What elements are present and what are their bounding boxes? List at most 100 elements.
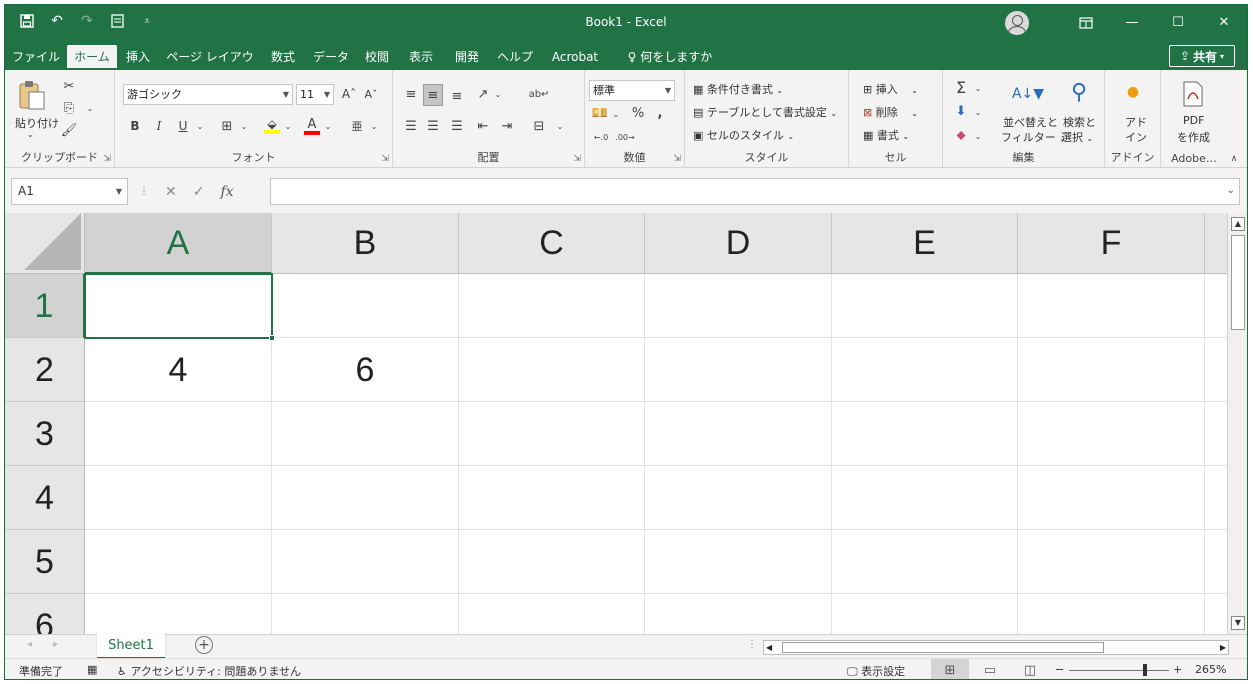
cell-g3[interactable]: [1205, 402, 1227, 466]
zoom-in-icon[interactable]: +: [1173, 663, 1182, 676]
cell-b5[interactable]: [272, 530, 459, 594]
minimize-button[interactable]: —: [1109, 5, 1155, 40]
normal-view-icon[interactable]: ⊞: [931, 659, 969, 679]
cell-f4[interactable]: [1018, 466, 1205, 530]
scroll-left-icon[interactable]: ◀: [766, 641, 772, 654]
zoom-level[interactable]: 265%: [1195, 663, 1226, 676]
fill-handle[interactable]: [269, 335, 275, 341]
scroll-right-icon[interactable]: ▶: [1220, 641, 1226, 654]
font-name-combo[interactable]: 游ゴシック ▼: [123, 84, 293, 105]
conditional-formatting-button[interactable]: ▦ 条件付き書式 ⌄: [693, 81, 783, 97]
find-select-button[interactable]: 選択 ⌄: [1061, 129, 1093, 145]
borders-icon[interactable]: ⊞: [219, 118, 235, 134]
row-header-2[interactable]: 2: [5, 338, 85, 402]
italic-icon[interactable]: I: [151, 118, 167, 134]
cell-g1[interactable]: [1205, 274, 1227, 338]
cell-g4[interactable]: [1205, 466, 1227, 530]
cell-f3[interactable]: [1018, 402, 1205, 466]
tab-acrobat[interactable]: Acrobat: [545, 45, 605, 70]
cell-e2[interactable]: [832, 338, 1018, 402]
column-header-b[interactable]: B: [272, 213, 459, 274]
tab-page-layout[interactable]: ページ レイアウト: [163, 45, 257, 89]
chevron-down-icon[interactable]: ⌄: [493, 86, 503, 102]
column-header-d[interactable]: D: [645, 213, 832, 274]
column-header-f[interactable]: F: [1018, 213, 1205, 274]
wrap-text-icon[interactable]: ab↵: [529, 84, 550, 104]
select-all-button[interactable]: [5, 213, 85, 274]
chevron-down-icon[interactable]: ⌄: [973, 104, 983, 120]
addins-icon[interactable]: ●: [1123, 82, 1143, 102]
cell-b2[interactable]: 6: [272, 338, 459, 402]
vertical-scroll-thumb[interactable]: [1231, 235, 1245, 330]
align-left-icon[interactable]: ☰: [401, 116, 421, 136]
name-box[interactable]: A1 ▼: [11, 178, 128, 205]
font-size-combo[interactable]: 11 ▼: [296, 84, 334, 105]
tell-me-search[interactable]: ♀ 何をしますか: [620, 45, 720, 70]
row-header-6[interactable]: 6: [5, 594, 85, 634]
accessibility-status[interactable]: ♿ アクセシビリティ: 問題ありません: [117, 663, 301, 679]
chevron-down-icon[interactable]: ⌄: [283, 118, 293, 134]
decrease-indent-icon[interactable]: ⇤: [473, 116, 493, 136]
find-select-label-1[interactable]: 検索と: [1063, 114, 1096, 130]
decrease-font-size-icon[interactable]: Aˇ: [363, 86, 379, 102]
new-sheet-icon[interactable]: +: [195, 636, 213, 654]
chevron-down-icon[interactable]: ⌄: [973, 128, 983, 144]
increase-font-size-icon[interactable]: Aˆ: [341, 86, 357, 102]
next-sheet-icon[interactable]: ▸: [53, 639, 58, 650]
close-button[interactable]: ✕: [1201, 5, 1247, 40]
format-as-table-button[interactable]: ▤ テーブルとして書式設定 ⌄: [693, 104, 837, 120]
addins-label-2[interactable]: イン: [1125, 129, 1147, 145]
cell-d3[interactable]: [645, 402, 832, 466]
chevron-down-icon[interactable]: ⌄: [27, 130, 34, 139]
format-cells-button[interactable]: ▦ 書式 ⌄: [863, 127, 909, 143]
dialog-launcher-icon[interactable]: ⇲: [573, 154, 581, 164]
zoom-out-icon[interactable]: −: [1055, 663, 1064, 676]
increase-decimal-icon[interactable]: ←.0: [591, 128, 611, 146]
number-format-combo[interactable]: 標準 ▼: [589, 80, 675, 101]
cell-e1[interactable]: [832, 274, 1018, 338]
cell-f6[interactable]: [1018, 594, 1205, 634]
cell-styles-button[interactable]: ▣ セルのスタイル ⌄: [693, 127, 794, 143]
cell-g5[interactable]: [1205, 530, 1227, 594]
cell-e3[interactable]: [832, 402, 1018, 466]
chevron-down-icon[interactable]: ⌄: [239, 118, 249, 134]
cell-b4[interactable]: [272, 466, 459, 530]
accounting-format-icon[interactable]: 💴: [591, 104, 609, 122]
cell-a5[interactable]: [85, 530, 272, 594]
align-top-icon[interactable]: ≡: [401, 84, 421, 104]
cell-c2[interactable]: [459, 338, 645, 402]
merge-center-icon[interactable]: ⊟: [529, 116, 549, 136]
scroll-down-icon[interactable]: ▼: [1231, 616, 1245, 630]
cell-c3[interactable]: [459, 402, 645, 466]
cell-b3[interactable]: [272, 402, 459, 466]
tab-file[interactable]: ファイル: [11, 45, 61, 70]
macro-record-icon[interactable]: ▦: [87, 663, 97, 676]
tab-data[interactable]: データ: [309, 45, 353, 70]
paste-label[interactable]: 貼り付け: [15, 115, 59, 131]
tab-view[interactable]: 表示: [403, 45, 439, 70]
cancel-icon[interactable]: ✕: [165, 184, 177, 200]
tab-formulas[interactable]: 数式: [265, 45, 301, 70]
underline-icon[interactable]: U: [175, 118, 191, 134]
align-bottom-icon[interactable]: ≡: [447, 86, 467, 106]
sheet-tab-sheet1[interactable]: Sheet1: [97, 634, 165, 659]
cell-e4[interactable]: [832, 466, 1018, 530]
phonetic-guide-icon[interactable]: 亜: [349, 118, 365, 134]
comma-style-icon[interactable]: ,: [653, 104, 667, 122]
addins-label-1[interactable]: アド: [1125, 114, 1147, 130]
dialog-launcher-icon[interactable]: ⇲: [673, 154, 681, 164]
dialog-launcher-icon[interactable]: ⇲: [381, 154, 389, 164]
cell-c6[interactable]: [459, 594, 645, 634]
clear-icon[interactable]: ⬥: [953, 126, 969, 144]
delete-cells-button[interactable]: ⊠ 削除 ⌄: [863, 104, 918, 120]
cell-d5[interactable]: [645, 530, 832, 594]
cell-a2[interactable]: 4: [85, 338, 272, 402]
zoom-slider-thumb[interactable]: [1143, 664, 1147, 676]
percent-style-icon[interactable]: %: [629, 104, 647, 122]
cell-e5[interactable]: [832, 530, 1018, 594]
insert-cells-button[interactable]: ⊞ 挿入 ⌄: [863, 81, 918, 97]
row-header-4[interactable]: 4: [5, 466, 85, 530]
sort-filter-button[interactable]: フィルター ⌄: [1001, 129, 1066, 145]
chevron-down-icon[interactable]: ⌄: [1227, 185, 1235, 196]
tab-home[interactable]: ホーム: [67, 45, 117, 70]
